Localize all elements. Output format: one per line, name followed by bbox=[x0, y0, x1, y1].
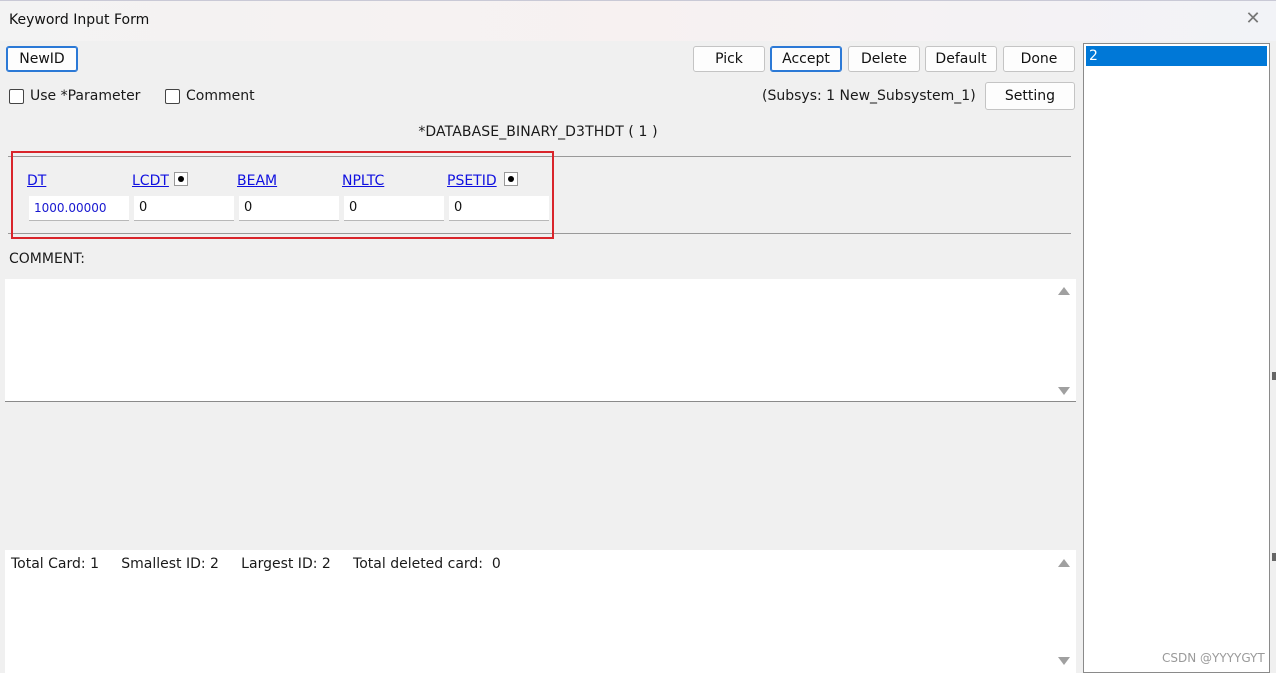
stats-scroll-down-icon[interactable] bbox=[1058, 657, 1070, 665]
field-label-beam[interactable]: BEAM bbox=[237, 173, 277, 189]
comment-section-label: COMMENT: bbox=[9, 251, 86, 267]
stats-scroll-up-icon[interactable] bbox=[1058, 559, 1070, 567]
title-bar: Keyword Input Form ✕ bbox=[0, 0, 1276, 41]
watermark: CSDN @YYYYGYT bbox=[1162, 651, 1265, 665]
comment-checkbox-box[interactable] bbox=[165, 88, 180, 104]
use-parameter-label: Use *Parameter bbox=[30, 88, 141, 104]
highlight-box bbox=[11, 151, 554, 239]
use-parameter-checkbox-box[interactable] bbox=[9, 88, 24, 104]
comment-checkbox[interactable]: Comment bbox=[165, 88, 255, 104]
delete-button[interactable]: Delete bbox=[848, 46, 920, 72]
close-icon[interactable]: ✕ bbox=[1243, 9, 1263, 29]
field-label-psetid[interactable]: PSETID bbox=[447, 173, 497, 189]
id-list[interactable]: 2 bbox=[1083, 43, 1270, 673]
psetid-input[interactable]: 0 bbox=[449, 196, 549, 221]
field-label-dt[interactable]: DT bbox=[27, 173, 46, 189]
accept-button[interactable]: Accept bbox=[770, 46, 842, 72]
beam-input[interactable]: 0 bbox=[239, 196, 339, 221]
use-parameter-checkbox[interactable]: Use *Parameter bbox=[9, 88, 140, 104]
subsystem-info: (Subsys: 1 New_Subsystem_1) bbox=[762, 88, 976, 104]
window-edge-marker bbox=[1272, 553, 1276, 561]
comment-scroll-down-icon[interactable] bbox=[1058, 387, 1070, 395]
comment-textarea[interactable] bbox=[5, 279, 1076, 402]
field-label-npltc[interactable]: NPLTC bbox=[342, 173, 384, 189]
default-button[interactable]: Default bbox=[925, 46, 997, 72]
window-edge-marker bbox=[1272, 372, 1276, 380]
setting-button[interactable]: Setting bbox=[985, 82, 1075, 110]
dt-input[interactable]: 1000.00000 bbox=[29, 196, 129, 221]
done-button[interactable]: Done bbox=[1003, 46, 1075, 72]
window-title: Keyword Input Form bbox=[9, 12, 150, 28]
keyword-title: *DATABASE_BINARY_D3THDT ( 1 ) bbox=[418, 124, 658, 140]
id-list-item[interactable]: 2 bbox=[1086, 46, 1267, 66]
comment-checkbox-label: Comment bbox=[186, 88, 255, 104]
psetid-pick-icon[interactable] bbox=[504, 172, 518, 186]
card-stats: Total Card: 1 Smallest ID: 2 Largest ID:… bbox=[11, 556, 501, 572]
npltc-input[interactable]: 0 bbox=[344, 196, 444, 221]
pick-button[interactable]: Pick bbox=[693, 46, 765, 72]
lcdt-pick-icon[interactable] bbox=[174, 172, 188, 186]
newid-button[interactable]: NewID bbox=[6, 46, 78, 72]
comment-scroll-up-icon[interactable] bbox=[1058, 287, 1070, 295]
field-label-lcdt[interactable]: LCDT bbox=[132, 173, 169, 189]
lcdt-input[interactable]: 0 bbox=[134, 196, 234, 221]
